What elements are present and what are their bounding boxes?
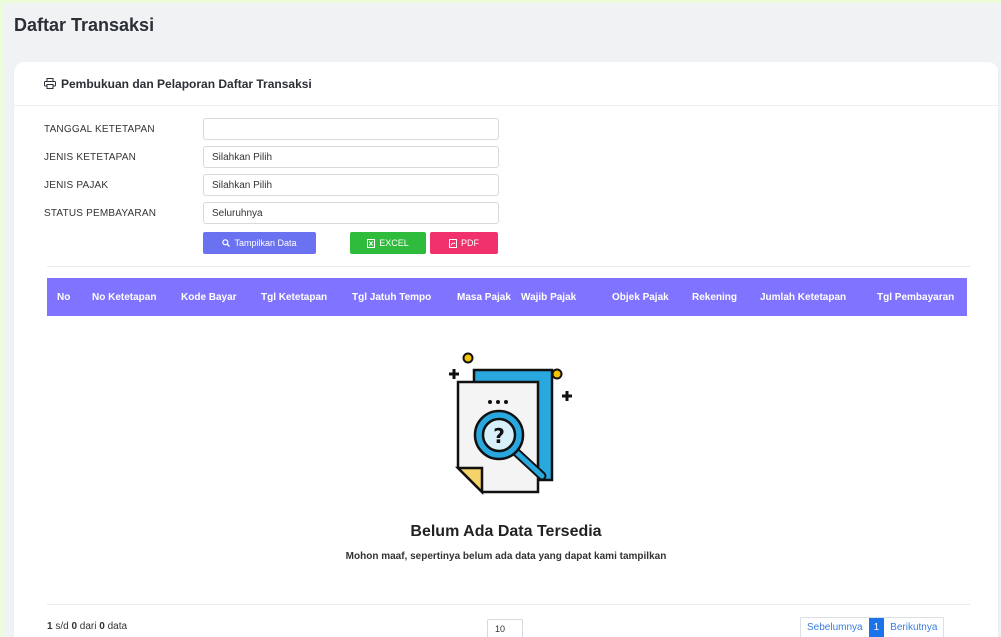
per-page-select[interactable]: 10 [487,619,523,637]
tanggal-input[interactable] [203,118,499,140]
main-card: Pembukuan dan Pelaporan Daftar Transaksi… [14,62,998,637]
tampilkan-data-label: Tampilkan Data [234,238,297,248]
tanggal-label: TANGGAL KETETAPAN [44,123,155,135]
col-header[interactable]: Tgl Jatuh Tempo [352,278,431,316]
form-row-jenis-ketetapan: JENIS KETETAPAN Silahkan Pilih [44,146,499,168]
col-header[interactable]: Kode Bayar [181,278,237,316]
empty-state-subtitle: Mohon maaf, sepertinya belum ada data ya… [345,551,667,562]
form-row-jenis-pajak: JENIS PAJAK Silahkan Pilih [44,174,499,196]
jenis-ketetapan-label: JENIS KETETAPAN [44,151,137,163]
next-page-button[interactable]: Berikutnya [884,618,943,637]
pdf-file-icon [449,238,457,248]
page-title: Daftar Transaksi [14,15,155,35]
search-icon [222,239,231,247]
col-header[interactable]: No [57,278,70,316]
tampilkan-data-button[interactable]: Tampilkan Data [203,232,316,254]
excel-file-icon [367,238,376,248]
pdf-button[interactable]: PDF [430,232,498,254]
current-page-button[interactable]: 1 [868,618,885,637]
printer-icon [44,78,56,89]
col-header[interactable]: Masa Pajak [457,278,511,316]
jenis-pajak-select[interactable]: Silahkan Pilih [203,174,499,196]
col-header[interactable]: Wajib Pajak [521,278,576,316]
col-header[interactable]: Rekening [692,278,737,316]
status-select[interactable]: Seluruhnya [203,202,499,224]
col-header[interactable]: No Ketetapan [92,278,156,316]
col-header[interactable]: Tgl Ketetapan [261,278,327,316]
form-row-tanggal: TANGGAL KETETAPAN [44,118,499,140]
form-row-status: STATUS PEMBAYARAN Seluruhnya [44,202,499,224]
excel-button[interactable]: EXCEL [350,232,426,254]
card-title: Pembukuan dan Pelaporan Daftar Transaksi [61,76,312,91]
empty-state-title: Belum Ada Data Tersedia [410,523,602,540]
col-header[interactable]: Objek Pajak [612,278,669,316]
empty-document-search-icon: ? [449,352,572,496]
col-header[interactable]: Tgl Pembayaran [877,278,954,316]
record-count: 1 s/d 0 dari 0 data [47,621,128,632]
pdf-label: PDF [461,238,479,248]
prev-page-button[interactable]: Sebelumnya [801,618,869,637]
pagination: Sebelumnya 1 Berikutnya [800,617,945,637]
table-header: No No Ketetapan Kode Bayar Tgl Ketetapan… [47,278,967,316]
status-label: STATUS PEMBAYARAN [44,207,157,219]
card-header: Pembukuan dan Pelaporan Daftar Transaksi [14,62,998,106]
jenis-ketetapan-select[interactable]: Silahkan Pilih [203,146,499,168]
col-header[interactable]: Jumlah Ketetapan [760,278,846,316]
svg-text:?: ? [493,424,505,448]
jenis-pajak-label: JENIS PAJAK [44,179,109,191]
excel-label: EXCEL [379,238,409,248]
footer-divider [47,604,970,605]
divider [47,266,970,267]
